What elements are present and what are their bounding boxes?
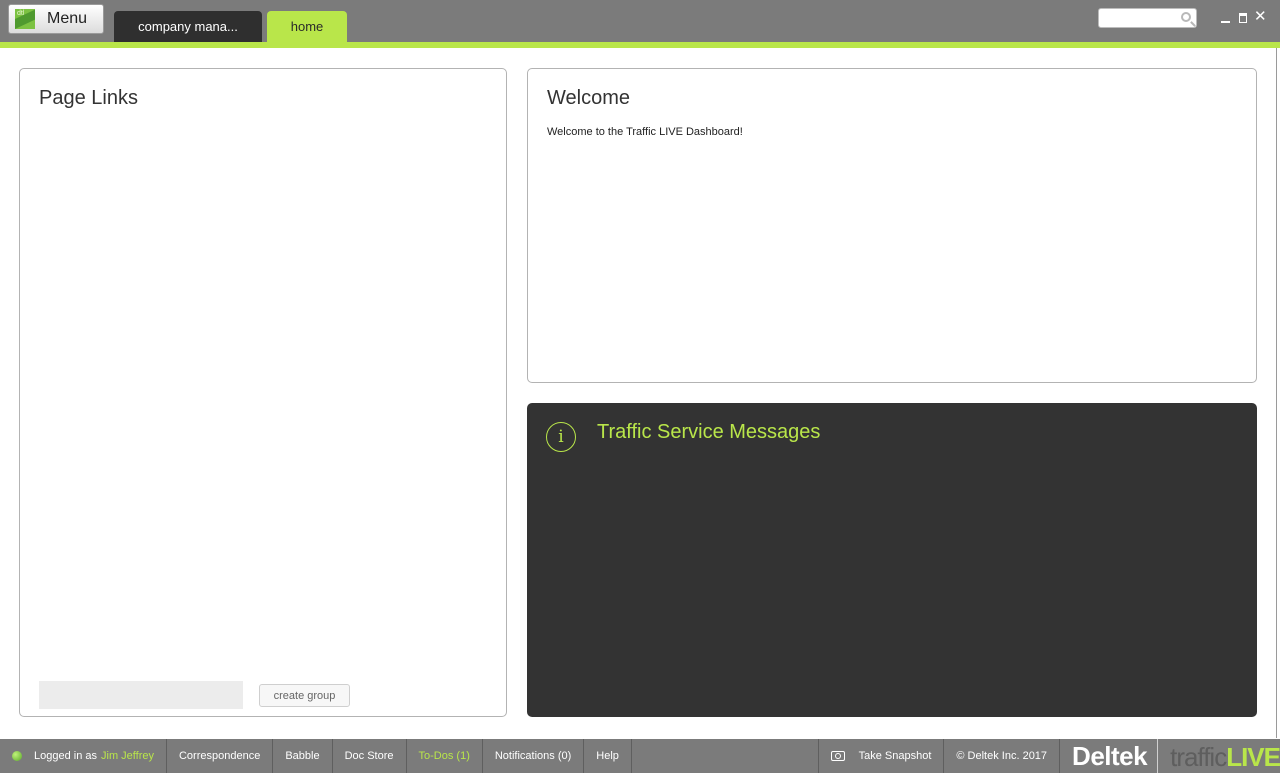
correspondence-link[interactable]: Correspondence <box>167 739 274 773</box>
service-messages-panel: i Traffic Service Messages <box>527 403 1257 717</box>
traffic-logo-text: traffic <box>1170 742 1227 772</box>
brand-logos: Deltek trafficLIVE <box>1060 739 1280 773</box>
welcome-text: Welcome to the Traffic LIVE Dashboard! <box>547 126 743 138</box>
window-edge <box>1276 48 1280 738</box>
deltek-logo: Deltek <box>1072 739 1159 773</box>
bottom-bar: Logged in as Jim Jeffrey Correspondence … <box>0 739 1280 773</box>
bottom-bar-spacer <box>632 739 819 773</box>
menu-logo-icon: dtl <box>15 9 35 29</box>
welcome-title: Welcome <box>547 87 630 109</box>
top-bar: dtl Menu company mana... home ✕ <box>0 0 1280 42</box>
accent-line <box>0 42 1280 48</box>
camera-icon <box>830 751 845 761</box>
info-icon: i <box>546 422 576 452</box>
notifications-link[interactable]: Notifications (0) <box>483 739 585 773</box>
copyright-text: © Deltek Inc. 2017 <box>944 739 1061 773</box>
take-snapshot-button[interactable]: Take Snapshot <box>819 739 945 773</box>
create-group-button[interactable]: create group <box>259 684 350 707</box>
minimize-icon[interactable] <box>1220 10 1232 24</box>
service-messages-title: Traffic Service Messages <box>597 421 821 443</box>
todos-link[interactable]: To-Dos (1) <box>407 739 483 773</box>
doc-store-link[interactable]: Doc Store <box>333 739 407 773</box>
page-links-title: Page Links <box>39 87 138 109</box>
search-box <box>1098 8 1197 28</box>
babble-link[interactable]: Babble <box>273 739 333 773</box>
close-icon[interactable]: ✕ <box>1254 9 1267 24</box>
tab-company-label: company mana... <box>138 19 238 34</box>
search-input[interactable] <box>1104 10 1182 28</box>
tab-home[interactable]: home <box>267 11 347 42</box>
tab-company-management[interactable]: company mana... <box>114 11 262 42</box>
login-status: Logged in as Jim Jeffrey <box>0 739 167 773</box>
page-links-panel: Page Links create group <box>19 68 507 717</box>
help-link[interactable]: Help <box>584 739 632 773</box>
user-name-link[interactable]: Jim Jeffrey <box>101 750 154 762</box>
welcome-panel: Welcome Welcome to the Traffic LIVE Dash… <box>527 68 1257 383</box>
tab-home-label: home <box>290 19 324 34</box>
maximize-icon[interactable] <box>1238 10 1250 24</box>
traffic-live-logo: trafficLIVE <box>1158 739 1280 773</box>
logged-in-label: Logged in as <box>34 750 97 762</box>
search-icon[interactable] <box>1181 12 1191 22</box>
live-logo-text: LIVE <box>1226 742 1280 772</box>
menu-logo-text: dtl <box>17 10 25 17</box>
snapshot-label: Take Snapshot <box>858 750 932 762</box>
group-name-input[interactable] <box>39 681 243 709</box>
menu-button[interactable]: dtl Menu <box>8 4 104 34</box>
menu-label: Menu <box>47 10 88 27</box>
status-dot-icon <box>12 751 22 761</box>
